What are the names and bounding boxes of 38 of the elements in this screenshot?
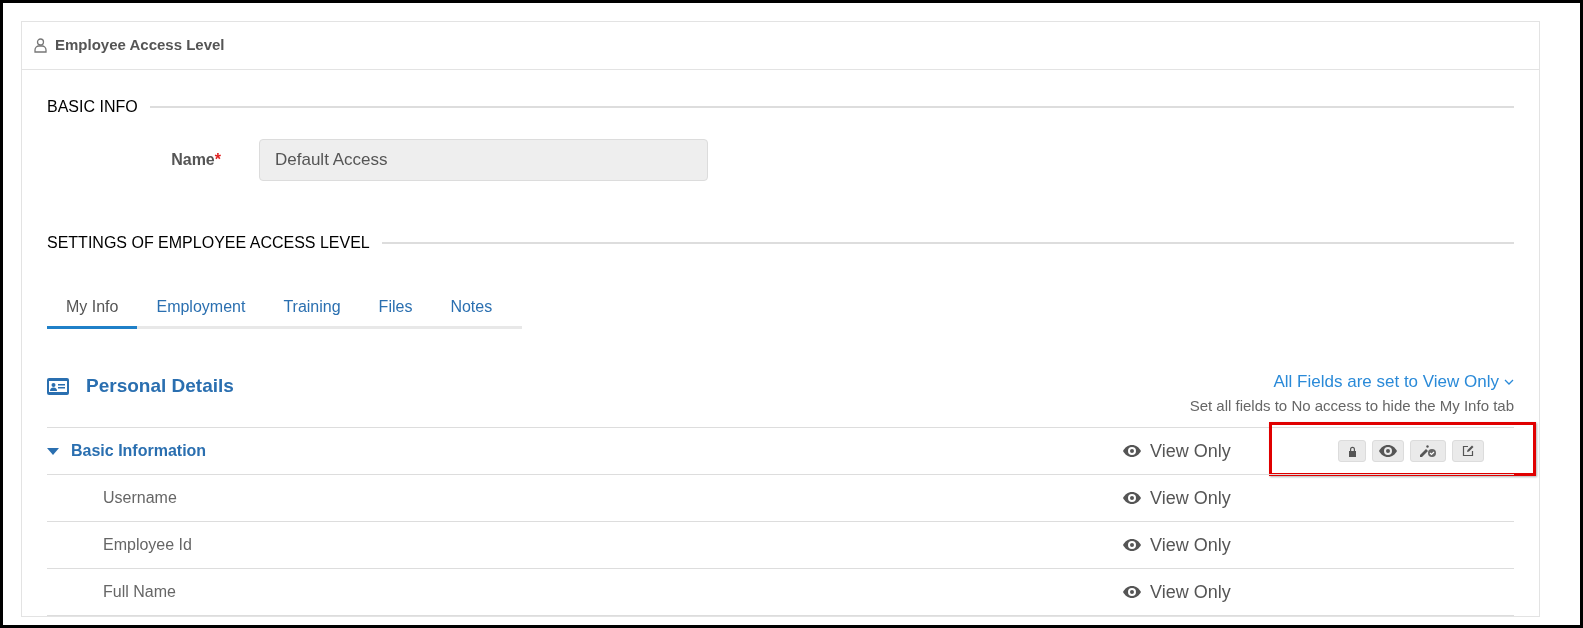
required-mark: * bbox=[214, 151, 221, 168]
lock-icon bbox=[1347, 445, 1357, 457]
access-level: View Only bbox=[1150, 439, 1231, 463]
group-toggle[interactable]: Basic Information bbox=[47, 439, 207, 463]
lock-button[interactable] bbox=[1338, 440, 1366, 462]
edit-approve-button[interactable] bbox=[1410, 440, 1446, 462]
tab[interactable]: Files bbox=[359, 287, 432, 329]
edit-icon bbox=[1462, 445, 1474, 457]
access-level: View Only bbox=[1150, 533, 1231, 557]
hint-text: Set all fields to No access to hide the My Info tab bbox=[1189, 395, 1514, 416]
caret-icon bbox=[47, 447, 59, 455]
eye-icon bbox=[1123, 586, 1141, 598]
bulk-access-dropdown[interactable]: All Fields are set to View Only bbox=[1273, 369, 1514, 395]
eye-icon bbox=[1123, 539, 1141, 551]
tab[interactable]: My Info bbox=[47, 287, 138, 329]
field-label: Employee Id bbox=[102, 535, 192, 555]
name-label: Name bbox=[171, 151, 215, 168]
section-title: Personal Details bbox=[86, 374, 234, 398]
field-label: Username bbox=[102, 488, 177, 508]
tab[interactable]: Training bbox=[264, 287, 360, 329]
user-icon bbox=[34, 38, 47, 53]
eye-icon bbox=[1379, 445, 1397, 457]
eye-icon bbox=[1123, 445, 1141, 457]
field-label: Full Name bbox=[102, 582, 176, 602]
panel-title: Employee Access Level bbox=[55, 35, 225, 56]
view-button[interactable] bbox=[1372, 440, 1404, 462]
tab[interactable]: Notes bbox=[431, 287, 512, 329]
name-field[interactable]: Default Access bbox=[259, 139, 708, 181]
chevron-down-icon bbox=[1504, 378, 1514, 385]
access-level: View Only bbox=[1150, 580, 1231, 604]
access-level: View Only bbox=[1150, 486, 1231, 510]
id-card-icon bbox=[47, 377, 69, 395]
section-heading: BASIC INFO bbox=[47, 97, 138, 117]
tab[interactable]: Employment bbox=[137, 287, 265, 329]
eye-icon bbox=[1123, 492, 1141, 504]
section-heading: SETTINGS OF EMPLOYEE ACCESS LEVEL bbox=[47, 233, 370, 253]
pen-check-icon bbox=[1419, 445, 1437, 457]
edit-button[interactable] bbox=[1452, 440, 1484, 462]
